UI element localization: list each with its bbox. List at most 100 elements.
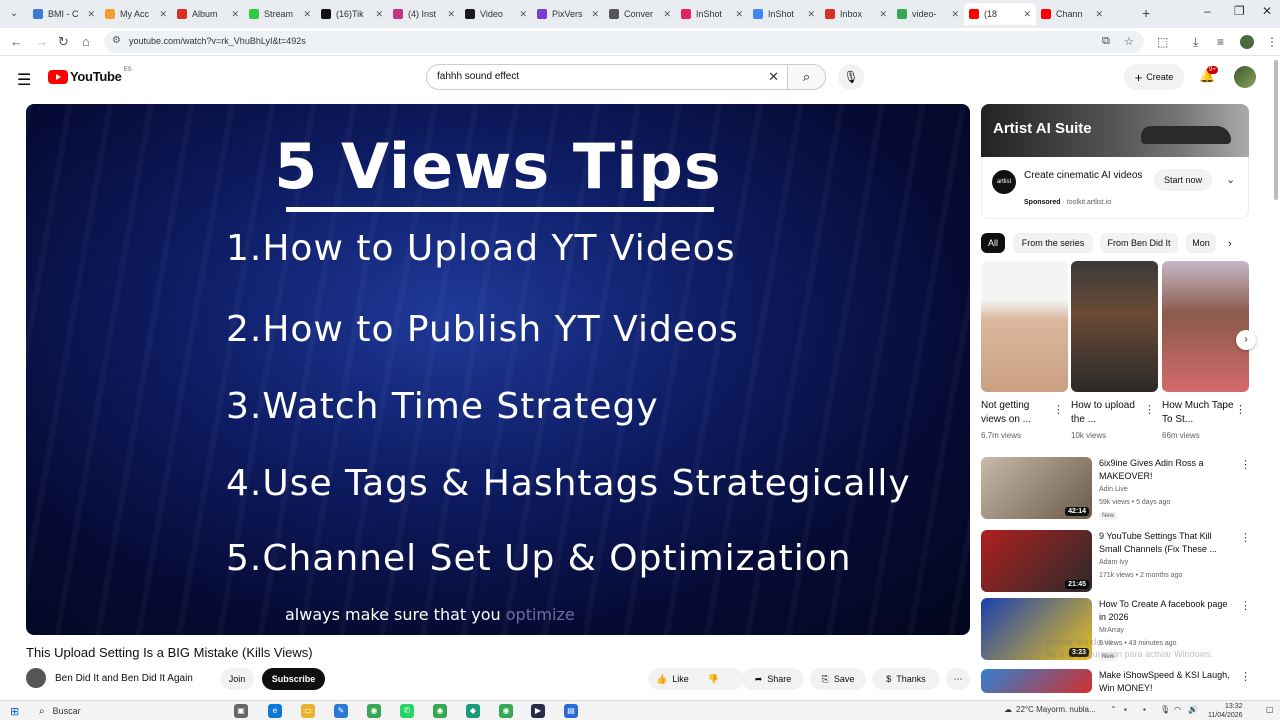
share-button[interactable]: ➦ Share: [742, 668, 804, 690]
close-tab-icon[interactable]: ✕: [447, 9, 455, 20]
browser-tab[interactable]: (4) Inst ✕: [388, 3, 460, 25]
maximize-icon[interactable]: ❐: [1234, 4, 1245, 18]
ad-banner[interactable]: Artist AI Suite: [981, 104, 1249, 157]
chevron-down-icon[interactable]: ⌄: [1226, 173, 1235, 186]
close-tab-icon[interactable]: ✕: [231, 9, 239, 20]
tray-app-icon[interactable]: ▪: [1124, 705, 1127, 714]
forward-arrow-icon[interactable]: →: [35, 34, 48, 49]
browser-tab[interactable]: BMI - C ✕: [28, 3, 100, 25]
rec-channel[interactable]: MrArray: [1099, 627, 1124, 634]
close-tab-icon[interactable]: ✕: [663, 9, 671, 20]
close-tab-icon[interactable]: ✕: [303, 9, 311, 20]
account-avatar[interactable]: [1234, 66, 1256, 88]
channel-avatar[interactable]: [26, 668, 46, 688]
rec-thumbnail[interactable]: 21:45: [981, 530, 1092, 592]
search-input[interactable]: fahhh sound effect ✕: [426, 64, 788, 90]
advertiser-logo[interactable]: artlist: [992, 170, 1016, 194]
browser-tab[interactable]: Stream ✕: [244, 3, 316, 25]
thanks-button[interactable]: $ Thanks: [872, 668, 940, 690]
notification-center-icon[interactable]: ▢: [1266, 705, 1274, 714]
browser-tab[interactable]: video- ✕: [892, 3, 964, 25]
page-scrollbar[interactable]: [1274, 60, 1278, 200]
taskbar-search[interactable]: ⌕ Buscar: [34, 703, 214, 719]
close-tab-icon[interactable]: ✕: [1095, 9, 1103, 20]
browser-tab[interactable]: Inbox ✕: [820, 3, 892, 25]
shorts-next-icon[interactable]: ›: [1236, 330, 1256, 350]
search-query[interactable]: fahhh sound effect: [437, 71, 519, 82]
microphone-icon[interactable]: 🎙: [1160, 705, 1170, 714]
app-icon[interactable]: ▤: [564, 704, 578, 718]
ad-headline[interactable]: Create cinematic AI videos: [1024, 169, 1144, 183]
more-vert-icon[interactable]: ⋮: [1240, 599, 1251, 612]
close-tab-icon[interactable]: ✕: [951, 9, 959, 20]
browser-tab[interactable]: PixVers ✕: [532, 3, 604, 25]
weather-icon[interactable]: ☁: [1004, 705, 1012, 714]
browser-tab[interactable]: Video ✕: [460, 3, 532, 25]
channel-name[interactable]: Ben Did It and Ben Did It Again: [55, 673, 193, 684]
browser-tab[interactable]: (16)Tik ✕: [316, 3, 388, 25]
install-app-icon[interactable]: ⧉: [1102, 35, 1110, 48]
url-text[interactable]: youtube.com/watch?v=rk_VhuBhLyI&t=492s: [129, 36, 306, 46]
close-tab-icon[interactable]: ✕: [735, 9, 743, 20]
more-actions-button[interactable]: ⋯: [946, 668, 970, 690]
tray-app-icon[interactable]: ▪: [1143, 705, 1146, 714]
tab-search-icon[interactable]: ≡: [1217, 35, 1224, 49]
hamburger-menu-icon[interactable]: ☰: [17, 70, 31, 90]
browser-menu-icon[interactable]: ⋮: [1266, 35, 1278, 49]
voice-search-button[interactable]: 🎙: [838, 64, 864, 90]
browser-tab[interactable]: Conver ✕: [604, 3, 676, 25]
browser-tab[interactable]: Chann ✕: [1036, 3, 1108, 25]
omnibox[interactable]: ⚙ youtube.com/watch?v=rk_VhuBhLyI&t=492s…: [104, 31, 1144, 53]
short-title[interactable]: Not getting views on ...: [981, 399, 1053, 427]
chip-more[interactable]: Mon: [1186, 233, 1216, 253]
file-explorer-icon[interactable]: ▭: [301, 704, 315, 718]
new-tab-plus-icon[interactable]: +: [1142, 5, 1150, 21]
close-tab-icon[interactable]: ✕: [375, 9, 383, 20]
more-vert-icon[interactable]: ⋮: [1240, 531, 1251, 544]
browser-tab[interactable]: InShot ✕: [676, 3, 748, 25]
chip-all[interactable]: All: [981, 233, 1005, 253]
search-button[interactable]: ⌕: [788, 64, 826, 90]
rec-thumbnail[interactable]: [981, 669, 1092, 693]
whatsapp-icon[interactable]: ✆: [400, 704, 414, 718]
rec-channel[interactable]: Adam Ivy: [1099, 559, 1128, 566]
video-player[interactable]: 5 Views Tips 1.How to Upload YT Videos 2…: [26, 104, 970, 635]
chip-from-channel[interactable]: From Ben Did It: [1100, 233, 1178, 253]
rec-title[interactable]: Make iShowSpeed & KSI Laugh, Win MONEY!: [1099, 669, 1234, 695]
browser-profile-avatar[interactable]: [1240, 35, 1254, 49]
site-info-icon[interactable]: ⚙: [112, 35, 121, 46]
short-thumbnail[interactable]: [981, 261, 1068, 392]
close-tab-icon[interactable]: ✕: [879, 9, 887, 20]
tray-chevron-icon[interactable]: ⌃: [1110, 705, 1117, 714]
rec-title[interactable]: 9 YouTube Settings That Kill Small Chann…: [1099, 530, 1234, 556]
app-icon[interactable]: ✎: [334, 704, 348, 718]
close-window-icon[interactable]: ✕: [1262, 4, 1272, 18]
close-tab-icon[interactable]: ✕: [807, 9, 815, 20]
rec-title[interactable]: 6ix9ine Gives Adin Ross a MAKEOVER!: [1099, 457, 1234, 483]
windows-start-icon[interactable]: ⊞: [10, 705, 19, 718]
close-tab-icon[interactable]: ✕: [591, 9, 599, 20]
rec-title[interactable]: How To Create A facebook page in 2026: [1099, 598, 1234, 624]
reload-icon[interactable]: ↻: [58, 34, 69, 50]
close-tab-icon[interactable]: ✕: [519, 9, 527, 20]
like-label[interactable]: Like: [672, 674, 689, 684]
volume-icon[interactable]: 🔊: [1188, 705, 1198, 714]
rec-channel[interactable]: Adin Live: [1099, 486, 1128, 493]
taskbar-clock[interactable]: 13:32 11/04/2026: [1208, 702, 1243, 720]
clear-search-icon[interactable]: ✕: [768, 69, 779, 85]
like-icon[interactable]: 👍: [656, 674, 667, 685]
youtube-logo[interactable]: YouTube ES: [48, 67, 132, 84]
chip-from-series[interactable]: From the series: [1013, 233, 1093, 253]
close-tab-icon[interactable]: ✕: [159, 9, 167, 20]
rec-thumbnail[interactable]: 42:14: [981, 457, 1092, 519]
dislike-icon[interactable]: 👎: [708, 674, 719, 685]
minimize-icon[interactable]: –: [1204, 4, 1211, 18]
more-vert-icon[interactable]: ⋮: [1053, 403, 1064, 416]
weather-text[interactable]: 22°C Mayorm. nubla...: [1016, 705, 1096, 714]
join-button[interactable]: Join: [220, 668, 254, 690]
browser-tab[interactable]: (18 ✕: [964, 3, 1036, 25]
app-icon[interactable]: ◆: [466, 704, 480, 718]
wifi-icon[interactable]: ◠: [1174, 705, 1181, 714]
browser-tab[interactable]: Album ✕: [172, 3, 244, 25]
app-icon[interactable]: ▶: [531, 704, 545, 718]
